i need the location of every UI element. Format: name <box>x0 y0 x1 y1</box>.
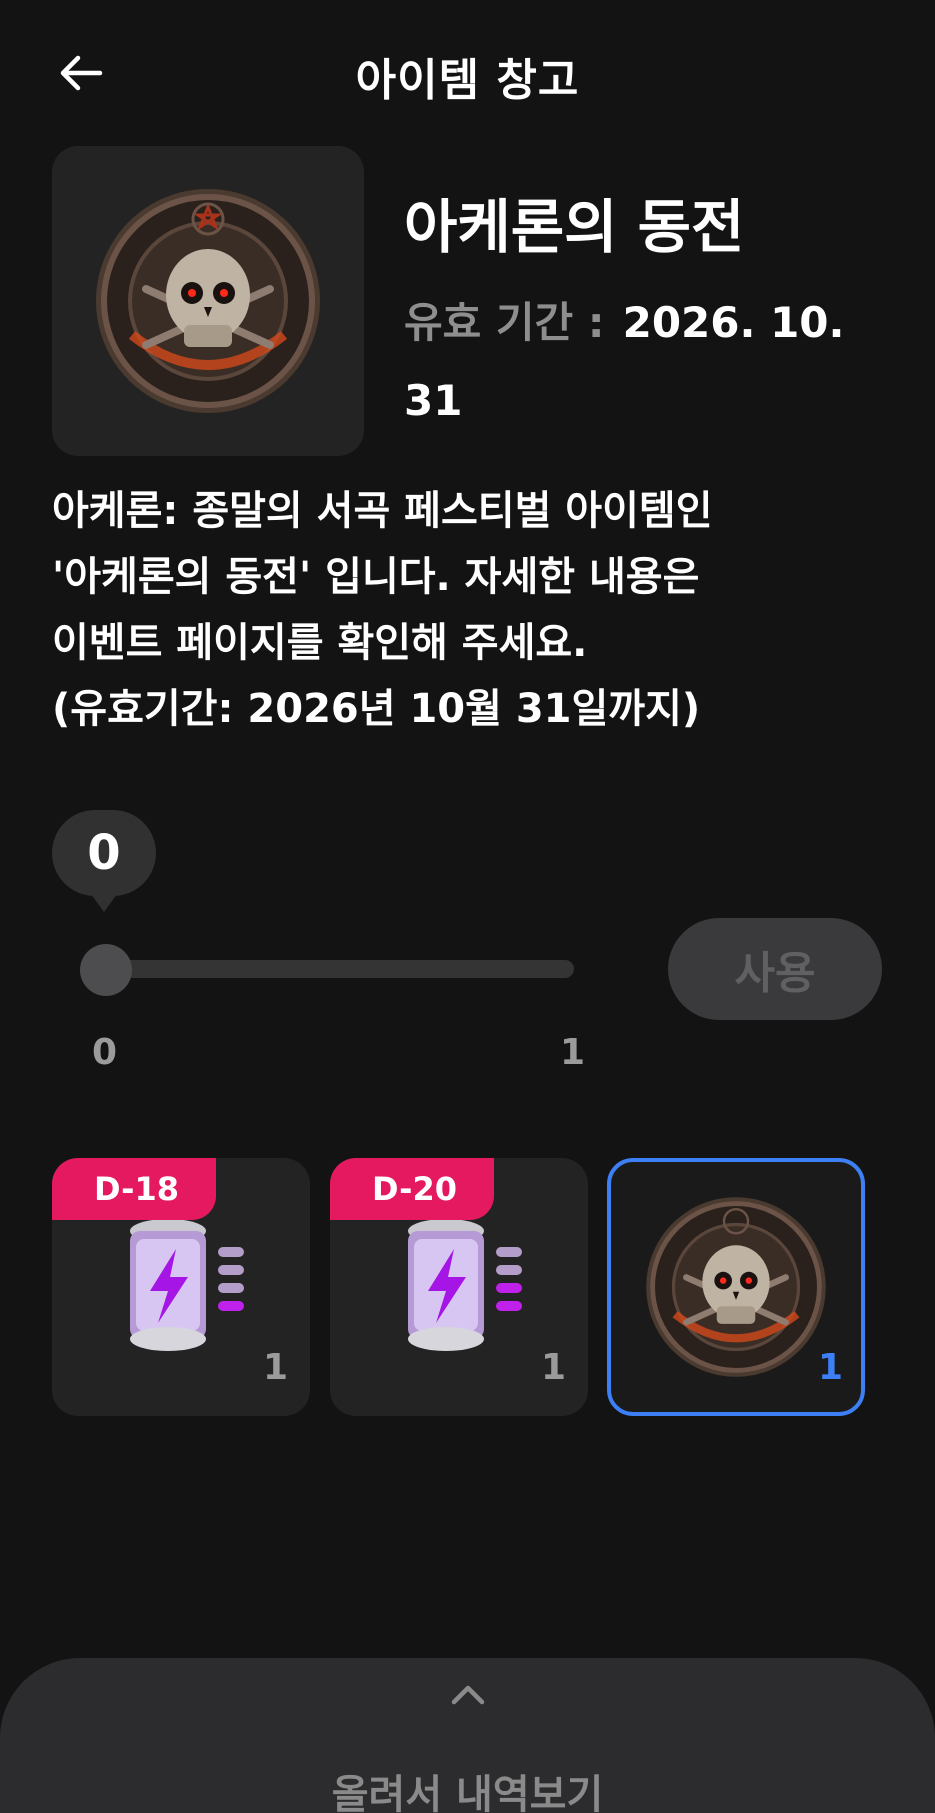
skull-coin-icon <box>646 1197 826 1377</box>
bottom-sheet-label: 올려서 내역보기 <box>331 1772 604 1813</box>
use-button[interactable]: 사용 <box>668 918 882 1020</box>
slider-max-label: 1 <box>560 1032 586 1073</box>
quantity-slider-track[interactable] <box>80 960 574 978</box>
item-name: 아케론의 동전 <box>404 193 745 261</box>
expiry-label: 유효 기간 : <box>404 298 605 347</box>
expiry-tag: D-18 <box>52 1158 216 1220</box>
inventory-card-1[interactable]: D-18 1 <box>52 1158 310 1416</box>
item-storage-screen: 아이템 창고 아케론의 동전 유효 기간 :2026. 10. 31 아케론: … <box>0 0 935 1813</box>
inventory-card-3[interactable]: 1 <box>607 1158 865 1416</box>
item-count: 1 <box>817 1347 843 1388</box>
quantity-slider-handle[interactable] <box>80 944 132 996</box>
item-count: 1 <box>540 1347 566 1388</box>
skull-coin-icon <box>96 189 320 413</box>
energy-battery-icon <box>130 1219 244 1351</box>
history-bottom-sheet[interactable]: 올려서 내역보기 <box>0 1658 935 1813</box>
item-thumbnail <box>52 146 364 456</box>
inventory-card-2[interactable]: D-20 1 <box>330 1158 588 1416</box>
slider-min-label: 0 <box>92 1032 118 1073</box>
energy-battery-icon <box>408 1219 522 1351</box>
header: 아이템 창고 <box>0 30 935 114</box>
slider-value-bubble: 0 <box>52 810 156 896</box>
item-count: 1 <box>262 1347 288 1388</box>
item-expiry: 유효 기간 :2026. 10. 31 <box>404 284 884 440</box>
chevron-up-icon <box>451 1685 485 1705</box>
page-title: 아이템 창고 <box>355 55 580 106</box>
slider-value-bubble-tail <box>88 890 120 912</box>
expiry-tag: D-20 <box>330 1158 494 1220</box>
item-description: 아케론: 종말의 서곡 페스티벌 아이템인 '아케론의 동전' 입니다. 자세한… <box>52 488 713 732</box>
